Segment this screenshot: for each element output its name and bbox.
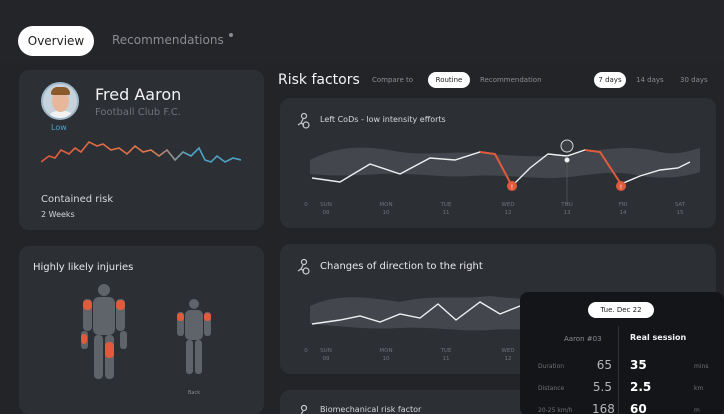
x-axis: 0 SUN 09 MON 10 TUE 11 WED 12	[304, 348, 514, 362]
x-date: 10	[383, 356, 390, 362]
cursor-point	[564, 157, 570, 163]
risk-factors-title: Risk factors	[278, 72, 360, 88]
x-date: 10	[383, 210, 390, 216]
player-club: Football Club F.C.	[95, 107, 181, 118]
tooltip-row-unit: km	[694, 385, 704, 392]
x-date: 14	[620, 210, 627, 216]
session-tooltip: Tue. Dec 22 Aaron #03 Real session Durat…	[520, 292, 724, 414]
x-day: MON	[379, 202, 392, 208]
back-right-shoulder-marker	[204, 313, 211, 321]
recommendation-toggle[interactable]: Recommendation	[480, 76, 542, 84]
tab-overview[interactable]: Overview	[18, 26, 94, 56]
tooltip-divider	[618, 326, 619, 414]
tooltip-row-label: Duration	[538, 363, 565, 370]
x-zero: 0	[304, 202, 308, 208]
player-card[interactable]: Low Fred Aaron Football Club F.C. Contai…	[19, 70, 264, 230]
front-right-thigh-marker	[105, 342, 114, 358]
x-date: 12	[505, 210, 512, 216]
notification-dot	[229, 33, 233, 37]
tooltip-row-value-player: 168	[592, 402, 615, 414]
alert-mark-wed: !	[511, 184, 513, 191]
alert-mark-fri: !	[620, 184, 622, 191]
card-title: Changes of direction to the right	[320, 261, 483, 272]
tooltip-row-label: Distance	[538, 385, 565, 392]
running-icon	[297, 112, 310, 129]
body-front-figure	[81, 284, 127, 379]
x-day: SUN	[320, 202, 332, 208]
front-left-shoulder-marker	[83, 300, 92, 310]
compare-label: Compare to	[372, 76, 414, 84]
body-map: Back	[81, 284, 211, 396]
x-date: 15	[677, 210, 684, 216]
x-day: MON	[379, 348, 392, 354]
tooltip-date: Tue. Dec 22	[588, 302, 654, 318]
front-right-shoulder-marker	[116, 300, 125, 310]
risk-sparkline	[41, 140, 241, 163]
x-date: 13	[564, 210, 571, 216]
card-title: Left CoDs - low intensity efforts	[320, 115, 446, 124]
risk-card-left-cods[interactable]: ! ! 0 SUN 09 MON 10 TUE 11 WED 12 THU 13…	[280, 98, 716, 228]
risk-duration: 2 Weeks	[41, 210, 75, 219]
card-title: Biomechanical risk factor	[320, 405, 422, 414]
x-day: THU	[560, 202, 573, 208]
x-date: 09	[323, 356, 330, 362]
x-day: SUN	[320, 348, 332, 354]
tooltip-row-value-player: 65	[596, 358, 612, 372]
back-left-shoulder-marker	[177, 313, 184, 321]
tooltip-row-unit: mins	[694, 363, 709, 370]
cursor-handle	[560, 139, 574, 153]
tooltip-row-value-session: 60	[630, 402, 647, 414]
tooltip-row-value-session: 35	[630, 358, 647, 372]
x-day: WED	[501, 348, 514, 354]
x-date: 09	[323, 210, 330, 216]
tooltip-col-player: Aaron #03	[564, 335, 602, 343]
risk-level-label: Low	[51, 123, 67, 132]
x-day: SAT	[675, 202, 686, 208]
tooltip-row-label: 20-25 km/h	[538, 407, 573, 414]
x-date: 12	[505, 356, 512, 362]
top-navigation: Overview Recommendations	[0, 0, 724, 62]
x-date: 11	[443, 210, 450, 216]
x-zero: 0	[304, 348, 308, 354]
x-day: WED	[501, 202, 514, 208]
range-7-days[interactable]: 7 days	[594, 72, 626, 88]
routine-toggle[interactable]: Routine	[428, 72, 470, 88]
injuries-title: Highly likely injuries	[33, 262, 134, 273]
front-left-forearm-marker	[81, 334, 87, 344]
tooltip-row-value-player: 5.5	[592, 380, 612, 394]
x-date: 11	[443, 356, 450, 362]
tooltip-col-session: Real session	[630, 333, 687, 342]
risk-title: Contained risk	[41, 194, 114, 205]
x-day: TUE	[440, 348, 452, 354]
player-name: Fred Aaron	[95, 85, 182, 104]
avatar	[41, 82, 79, 120]
range-14-days[interactable]: 14 days	[636, 76, 664, 84]
range-30-days[interactable]: 30 days	[680, 76, 708, 84]
x-day: FRI	[619, 202, 628, 208]
body-back-label: Back	[188, 390, 200, 396]
x-axis: 0 SUN 09 MON 10 TUE 11 WED 12 THU 13 FRI…	[304, 202, 686, 216]
tab-recommendations[interactable]: Recommendations	[112, 33, 224, 47]
x-day: TUE	[440, 202, 452, 208]
running-icon	[297, 258, 310, 275]
tooltip-row-unit: m	[694, 407, 700, 414]
running-icon	[300, 404, 308, 414]
tooltip-row-value-session: 2.5	[630, 380, 652, 394]
injuries-card[interactable]: Highly likely injuries Back	[19, 246, 264, 414]
body-back-figure	[177, 299, 211, 374]
